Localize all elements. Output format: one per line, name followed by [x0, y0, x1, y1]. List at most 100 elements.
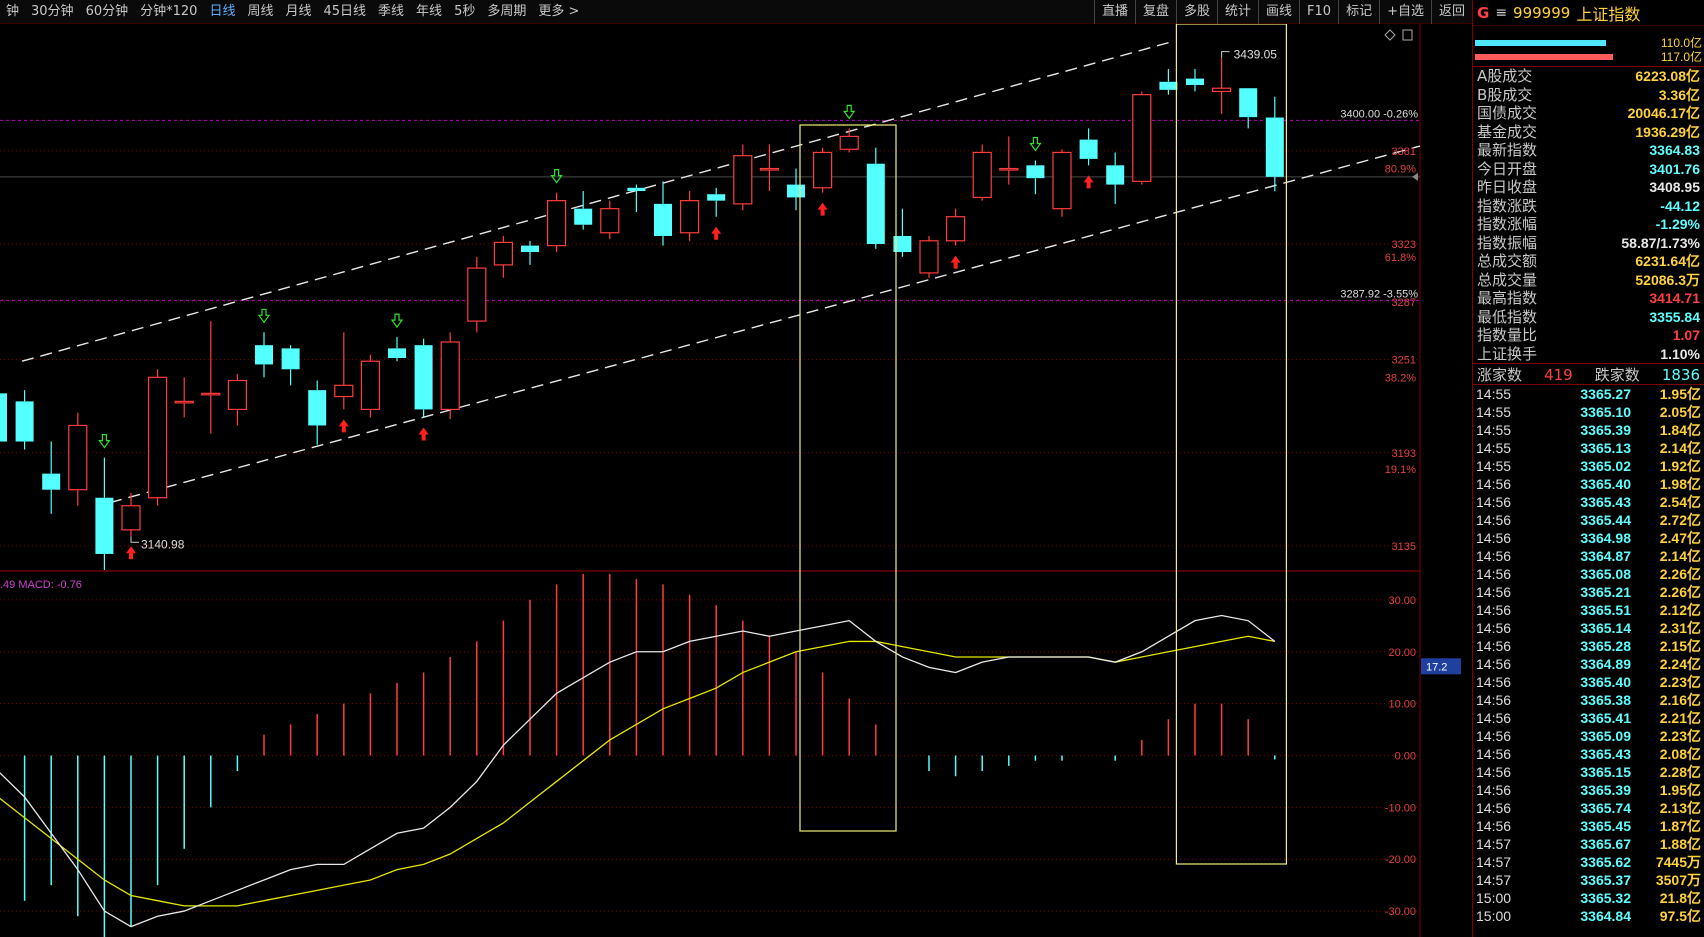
candle-body — [95, 497, 114, 554]
candle-body — [839, 135, 859, 150]
candle-body — [1211, 87, 1232, 93]
tick-time: 14:55 — [1476, 404, 1512, 420]
tick-volume: 2.24亿 — [1659, 656, 1701, 672]
tick-time: 14:56 — [1476, 674, 1512, 690]
stat-value: 1.10% — [1660, 345, 1700, 362]
tick-volume: 2.23亿 — [1659, 728, 1701, 744]
candle-body — [812, 151, 833, 189]
buy-signal-icon — [950, 255, 961, 269]
tool-button-3[interactable]: 统计 — [1217, 0, 1258, 24]
macd-marker-label: 17.2 — [1426, 661, 1447, 673]
candle — [68, 412, 88, 506]
candle-body — [521, 245, 539, 253]
stat-value: 3401.76 — [1649, 160, 1700, 177]
period-tab-2[interactable]: 60分钟 — [80, 0, 135, 24]
candle — [733, 144, 753, 211]
candle — [945, 208, 966, 246]
tick-list[interactable]: 14:55 3365.27 1.95亿 14:55 3365.10 2.05亿 14:55 3… — [1473, 385, 1704, 925]
tick-price: 3365.39 — [1580, 782, 1631, 798]
tick-time: 14:56 — [1476, 746, 1512, 762]
tick-volume: 2.47亿 — [1659, 530, 1701, 546]
period-tab-10[interactable]: 5秒 — [448, 0, 481, 24]
candle — [707, 187, 726, 217]
tick-volume: 1.92亿 — [1659, 458, 1701, 474]
period-tab-8[interactable]: 季线 — [372, 0, 410, 24]
tick-price: 3364.87 — [1580, 548, 1631, 564]
tick-volume: 97.5亿 — [1659, 908, 1701, 924]
period-tab-4[interactable]: 日线 — [203, 0, 241, 24]
price-tick-label: 3251 — [1392, 355, 1416, 367]
tick-price: 3364.98 — [1580, 530, 1631, 546]
tick-row: 14:56 3365.44 2.72亿 — [1473, 511, 1704, 529]
candle-body — [600, 208, 620, 234]
period-tab-9[interactable]: 年线 — [410, 0, 448, 24]
candle — [1052, 149, 1072, 217]
candle — [255, 332, 273, 378]
candle — [546, 192, 567, 253]
candle — [0, 393, 7, 442]
tool-button-6[interactable]: 标记 — [1338, 0, 1379, 24]
sell-signal-icon — [843, 104, 856, 120]
tick-time: 14:56 — [1476, 620, 1512, 636]
period-tab-12[interactable]: 更多 > — [532, 0, 585, 24]
tick-volume: 1.95亿 — [1659, 782, 1701, 798]
kline-chart[interactable]: 3140.983439.0533813323328732513193313580… — [0, 0, 1472, 937]
tool-button-2[interactable]: 多股 — [1175, 0, 1217, 24]
tick-price: 3365.27 — [1580, 386, 1631, 402]
period-tab-3[interactable]: 分钟*120 — [134, 0, 203, 24]
reference-line-label: 3287.92 -3.55% — [1340, 288, 1418, 300]
tool-button-7[interactable]: +自选 — [1379, 0, 1431, 24]
candle — [1132, 91, 1152, 185]
period-tab-1[interactable]: 30分钟 — [25, 0, 80, 24]
period-tab-11[interactable]: 多周期 — [481, 0, 532, 24]
tick-volume: 2.23亿 — [1659, 674, 1701, 690]
decline-label: 跌家数 — [1594, 366, 1640, 384]
tick-time: 14:56 — [1476, 818, 1512, 834]
tool-button-5[interactable]: F10 — [1299, 0, 1338, 24]
tool-button-4[interactable]: 画线 — [1258, 0, 1299, 24]
stat-label: 最新指数 — [1477, 141, 1538, 159]
period-tab-0[interactable]: 钟 — [0, 0, 25, 24]
tick-row: 14:56 3365.51 2.12亿 — [1473, 601, 1704, 619]
tick-price: 3365.43 — [1580, 494, 1631, 510]
tick-price: 3365.14 — [1580, 620, 1631, 636]
tick-row: 14:56 3365.21 2.26亿 — [1473, 583, 1704, 601]
tick-price: 3364.89 — [1580, 656, 1631, 672]
candle-body — [1079, 139, 1098, 159]
high-price-label: 3439.05 — [1234, 48, 1278, 62]
stat-value: 1936.29亿 — [1635, 123, 1700, 140]
candle — [866, 147, 885, 249]
candle-body — [0, 393, 7, 442]
menu-icon[interactable]: ≡ — [1495, 5, 1507, 21]
stat-label: 基金成交 — [1477, 122, 1538, 141]
tool-button-0[interactable]: 直播 — [1093, 0, 1135, 24]
tool-button-8[interactable]: 返回 — [1430, 0, 1472, 24]
period-tab-6[interactable]: 月线 — [279, 0, 317, 24]
fib-label: 38.2% — [1385, 372, 1416, 384]
tool-button-1[interactable]: 复盘 — [1134, 0, 1176, 24]
period-tab-5[interactable]: 周线 — [241, 0, 279, 24]
dif-line — [0, 614, 1276, 928]
stat-label: 指数涨跌 — [1477, 196, 1538, 215]
candle-body — [1239, 88, 1258, 118]
candle-body — [15, 401, 34, 442]
low-price-label: 3140.98 — [141, 537, 185, 551]
price-tick-label: 3323 — [1392, 239, 1416, 251]
stat-row: 昨日收盘 3408.95 — [1473, 178, 1704, 197]
candle-body — [1106, 165, 1125, 185]
candle — [334, 332, 354, 410]
fib-label: 80.9% — [1385, 164, 1416, 176]
stat-label: 最高指数 — [1477, 289, 1538, 307]
period-tab-7[interactable]: 45日线 — [317, 0, 372, 24]
tick-price: 3365.51 — [1580, 602, 1631, 618]
stat-row: 最高指数 3414.71 — [1473, 289, 1704, 308]
tick-row: 14:57 3365.37 3507万 — [1473, 871, 1704, 889]
stat-label: 总成交额 — [1477, 252, 1538, 270]
tick-volume: 2.54亿 — [1659, 494, 1701, 510]
diamond-icon — [1384, 29, 1396, 41]
stat-row: A股成交 6223.08亿 — [1473, 67, 1704, 86]
buy-signal-icon — [338, 419, 349, 433]
candle-body — [148, 376, 168, 499]
candle-body — [759, 167, 780, 171]
stat-label: 昨日收盘 — [1477, 178, 1538, 196]
